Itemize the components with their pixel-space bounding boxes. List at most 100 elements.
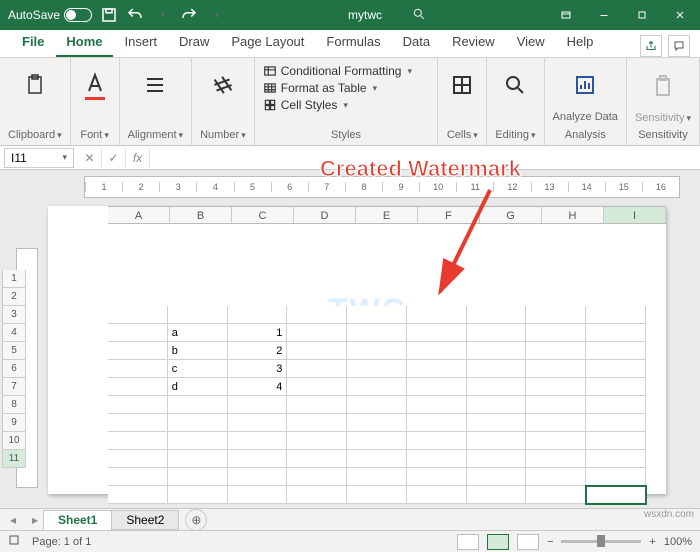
- cell-b2[interactable]: a: [168, 324, 228, 342]
- ribbon-display-icon[interactable]: [548, 0, 584, 30]
- group-cells: Cells▾: [438, 58, 487, 145]
- group-clipboard: Clipboard▾: [0, 58, 71, 145]
- conditional-formatting-button[interactable]: Conditional Formatting▾: [263, 64, 412, 78]
- document-title: mytwc: [348, 8, 382, 22]
- autosave-toggle[interactable]: AutoSave: [8, 8, 92, 22]
- cell-c2[interactable]: 1: [228, 324, 288, 342]
- save-icon[interactable]: [100, 6, 118, 24]
- view-page-break-icon[interactable]: [517, 534, 539, 550]
- tab-page-layout[interactable]: Page Layout: [221, 28, 314, 57]
- cancel-formula-icon[interactable]: ✕: [78, 148, 102, 168]
- tab-review[interactable]: Review: [442, 28, 505, 57]
- status-bar: Page: 1 of 1 − + 100%: [0, 530, 700, 552]
- zoom-out-icon[interactable]: −: [547, 536, 553, 548]
- tab-formulas[interactable]: Formulas: [316, 28, 390, 57]
- col-header-c[interactable]: C: [232, 207, 294, 223]
- sheet-nav-next-icon[interactable]: ▸: [26, 511, 44, 529]
- row-header-9[interactable]: 9: [2, 414, 26, 432]
- undo-icon[interactable]: [126, 6, 144, 24]
- col-header-i[interactable]: I: [604, 207, 666, 223]
- sheet-tab-2[interactable]: Sheet2: [111, 510, 179, 530]
- ribbon: Clipboard▾ Font▾ Alignment▾ Number▾ Cond…: [0, 58, 700, 146]
- qat-customize-icon[interactable]: ▾: [208, 6, 226, 24]
- minimize-icon[interactable]: [586, 0, 622, 30]
- group-sensitivity: Sensitivity▾ Sensitivity: [627, 58, 700, 145]
- tab-home[interactable]: Home: [56, 28, 112, 57]
- row-header-1[interactable]: 1: [2, 270, 26, 288]
- fx-icon[interactable]: fx: [126, 148, 150, 168]
- group-styles: Conditional Formatting▾ Format as Table▾…: [255, 58, 439, 145]
- editing-button[interactable]: [499, 62, 531, 108]
- annotation-arrow-icon: [330, 182, 510, 322]
- cell-i11-selected[interactable]: [586, 486, 646, 504]
- col-header-a[interactable]: A: [108, 207, 170, 223]
- row-header-11[interactable]: 11: [2, 450, 26, 468]
- view-normal-icon[interactable]: [457, 534, 479, 550]
- sheet-nav-prev-icon[interactable]: ◂: [4, 511, 22, 529]
- tab-insert[interactable]: Insert: [115, 28, 168, 57]
- cell-b3[interactable]: b: [168, 342, 228, 360]
- sensitivity-button: [647, 62, 679, 108]
- row-header-6[interactable]: 6: [2, 360, 26, 378]
- annotation-callout: Created Watermark: [320, 156, 521, 182]
- format-as-table-button[interactable]: Format as Table▾: [263, 81, 377, 95]
- undo-dropdown-icon[interactable]: ▾: [154, 6, 172, 24]
- row-header-2[interactable]: 2: [2, 288, 26, 306]
- tab-data[interactable]: Data: [393, 28, 440, 57]
- search-icon[interactable]: [412, 7, 426, 24]
- zoom-level[interactable]: 100%: [664, 536, 692, 548]
- name-box[interactable]: I11▾: [4, 148, 74, 168]
- tab-file[interactable]: File: [12, 28, 54, 57]
- row-headers: 1 2 3 4 5 6 7 8 9 10 11: [2, 270, 26, 468]
- number-label: Number▾: [200, 127, 246, 143]
- view-page-layout-icon[interactable]: [487, 534, 509, 550]
- maximize-icon[interactable]: [624, 0, 660, 30]
- tab-draw[interactable]: Draw: [169, 28, 219, 57]
- page-indicator: Page: 1 of 1: [32, 536, 91, 548]
- analyze-label: Analyze Data: [553, 111, 618, 123]
- cell-c5[interactable]: 4: [228, 378, 288, 396]
- redo-icon[interactable]: [180, 6, 198, 24]
- enter-formula-icon[interactable]: ✓: [102, 148, 126, 168]
- attribution: wsxdn.com: [644, 509, 694, 520]
- cell-c4[interactable]: 3: [228, 360, 288, 378]
- record-macro-icon[interactable]: [8, 534, 20, 549]
- row-header-4[interactable]: 4: [2, 324, 26, 342]
- alignment-button[interactable]: [139, 62, 171, 108]
- toggle-switch-icon: [64, 8, 92, 22]
- share-button[interactable]: [640, 35, 662, 57]
- cell-styles-button[interactable]: Cell Styles▾: [263, 98, 348, 112]
- cell-b4[interactable]: c: [168, 360, 228, 378]
- row-header-7[interactable]: 7: [2, 378, 26, 396]
- cells-label: Cells▾: [447, 127, 478, 143]
- titlebar: AutoSave ▾ ▾ mytwc: [0, 0, 700, 30]
- cell-b5[interactable]: d: [168, 378, 228, 396]
- cells-button[interactable]: [446, 62, 478, 108]
- close-icon[interactable]: [662, 0, 698, 30]
- group-number: Number▾: [192, 58, 255, 145]
- col-header-h[interactable]: H: [542, 207, 604, 223]
- group-font: Font▾: [71, 58, 120, 145]
- zoom-slider[interactable]: [561, 540, 641, 543]
- group-editing: Editing▾: [487, 58, 544, 145]
- grid[interactable]: a1 b2 c3 d4: [108, 306, 646, 504]
- row-header-5[interactable]: 5: [2, 342, 26, 360]
- sheet-tab-1[interactable]: Sheet1: [43, 510, 112, 530]
- cell-c3[interactable]: 2: [228, 342, 288, 360]
- row-header-10[interactable]: 10: [2, 432, 26, 450]
- add-sheet-icon[interactable]: ⊕: [185, 509, 207, 531]
- analyze-data-button[interactable]: [569, 62, 601, 108]
- font-label: Font▾: [80, 127, 109, 143]
- tab-help[interactable]: Help: [557, 28, 604, 57]
- zoom-in-icon[interactable]: +: [649, 536, 655, 548]
- font-button[interactable]: [79, 62, 111, 108]
- row-header-8[interactable]: 8: [2, 396, 26, 414]
- row-header-3[interactable]: 3: [2, 306, 26, 324]
- sensitivity-label: Sensitivity▾: [635, 110, 691, 126]
- col-header-b[interactable]: B: [170, 207, 232, 223]
- paste-button[interactable]: [19, 62, 51, 108]
- tab-view[interactable]: View: [507, 28, 555, 57]
- sheet-tabs: ◂ ▸ Sheet1 Sheet2 ⊕: [0, 508, 700, 530]
- number-button[interactable]: [207, 62, 239, 108]
- comments-button[interactable]: [668, 35, 690, 57]
